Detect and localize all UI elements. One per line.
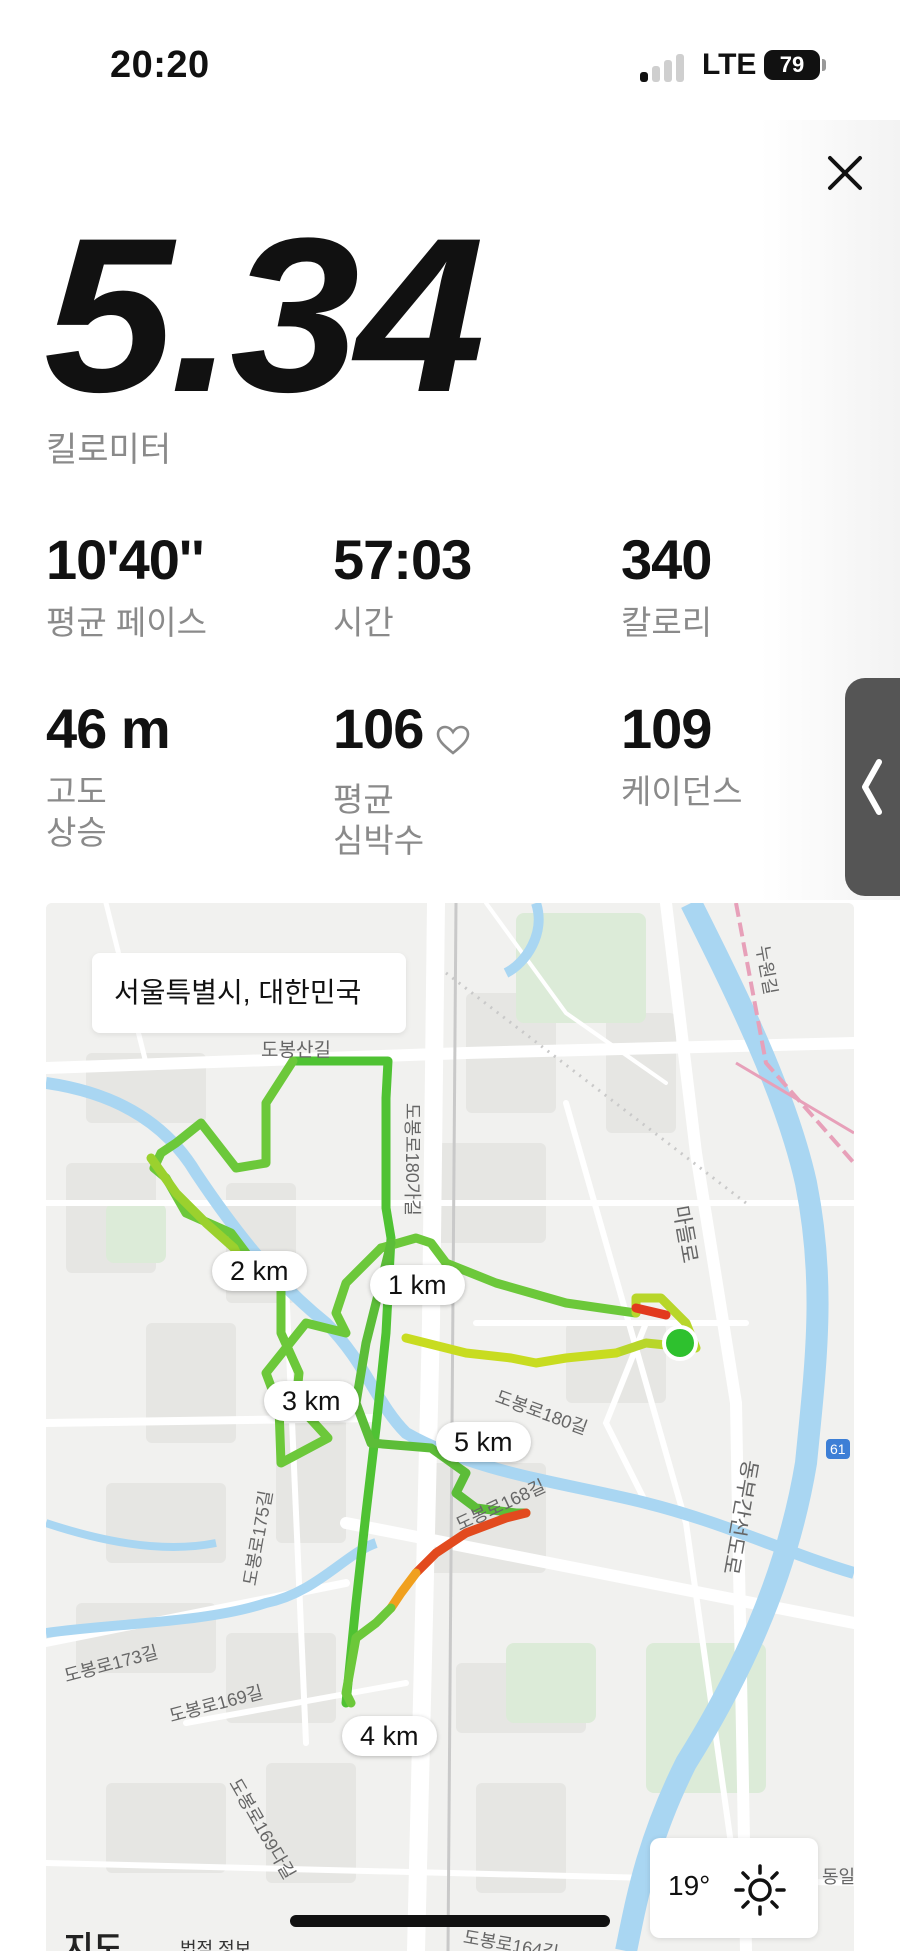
stat-value: 57:03 xyxy=(333,528,472,591)
route-map[interactable]: 서울특별시, 대한민국 1 km 2 km 3 km 4 km 5 km 도봉산… xyxy=(46,903,854,1951)
stat-value: 46 m xyxy=(46,697,171,760)
stat-value: 10'40'' xyxy=(46,528,205,591)
stat-label: 시간 xyxy=(333,604,394,641)
km-marker: 2 km xyxy=(212,1251,307,1291)
battery-icon: 79 xyxy=(764,50,820,80)
distance-unit: 킬로미터 xyxy=(46,431,172,469)
km-marker: 3 km xyxy=(264,1381,359,1421)
maps-logo-text: 지도 xyxy=(64,1930,123,1951)
cellular-signal-icon xyxy=(640,52,686,82)
close-icon xyxy=(828,156,862,190)
km-marker: 4 km xyxy=(342,1716,437,1756)
km-marker: 5 km xyxy=(436,1422,531,1462)
stat-label: 고도 상승 xyxy=(46,773,107,852)
distance-value: 5.34 xyxy=(44,192,485,438)
battery-level: 79 xyxy=(779,52,805,77)
weather-widget: 19° xyxy=(650,1838,818,1938)
chevron-left-icon xyxy=(862,759,882,815)
stat-label: 평균 심박수 xyxy=(333,781,425,860)
stat-value: 340 xyxy=(621,528,712,591)
heart-icon xyxy=(435,709,471,765)
stat-avg-pace: 10'40'' 평균 페이스 xyxy=(46,532,326,643)
side-panel-handle[interactable] xyxy=(845,678,900,896)
road-label: 도봉산길 xyxy=(261,1040,331,1061)
maps-logo: 지도 xyxy=(64,1923,123,1951)
battery-tip xyxy=(822,59,826,71)
status-time: 20:20 xyxy=(110,44,210,86)
location-label: 서울특별시, 대한민국 xyxy=(92,953,406,1033)
stat-calories: 340 칼로리 xyxy=(621,532,900,643)
stat-value: 106 xyxy=(333,697,424,760)
stat-label: 칼로리 xyxy=(621,604,713,641)
km-marker: 1 km xyxy=(370,1265,465,1305)
stat-avg-heart-rate: 106 평균 심박수 xyxy=(333,701,613,862)
network-type: LTE xyxy=(702,48,757,81)
route-shield: 61 xyxy=(826,1439,850,1459)
sun-icon xyxy=(734,1864,786,1916)
road-label: 도봉로180가길 xyxy=(402,1103,422,1216)
stat-label: 평균 페이스 xyxy=(46,604,207,641)
weather-temperature: 19° xyxy=(668,1870,711,1901)
road-label: 동일 xyxy=(822,1867,854,1887)
stat-elevation-gain: 46 m 고도 상승 xyxy=(46,701,326,854)
legal-link[interactable]: 법적 정보 xyxy=(180,1935,251,1951)
home-indicator xyxy=(290,1915,610,1927)
status-bar: 20:20 LTE 79 xyxy=(0,0,900,130)
stat-time: 57:03 시간 xyxy=(333,532,613,643)
close-button[interactable] xyxy=(820,148,870,198)
